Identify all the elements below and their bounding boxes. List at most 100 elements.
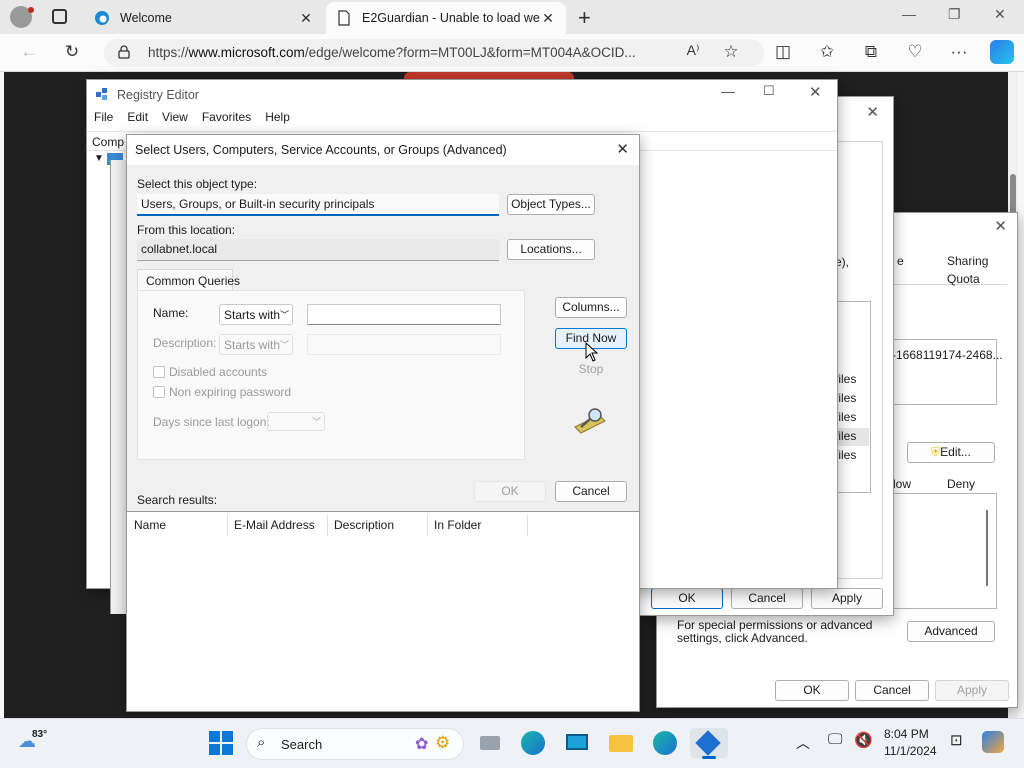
description-mode-dropdown[interactable]: Starts with ﹀: [219, 334, 293, 355]
chevron-up-icon[interactable]: ︿: [796, 733, 810, 753]
advanced-button[interactable]: Advanced: [907, 621, 995, 642]
active-app-icon[interactable]: [690, 728, 728, 759]
edge-taskbar-icon[interactable]: [518, 728, 548, 758]
volume-muted-icon[interactable]: 🔇: [854, 731, 873, 749]
ok-button[interactable]: OK: [651, 588, 723, 609]
tab-e2guardian[interactable]: E2Guardian - Unable to load web ✕: [326, 2, 566, 34]
maximize-icon[interactable]: ☐: [763, 83, 775, 99]
clock-date[interactable]: 11/1/2024: [884, 744, 937, 758]
extensions-icon[interactable]: ♡: [904, 42, 926, 62]
cancel-button[interactable]: Cancel: [555, 481, 627, 502]
menu-favorites[interactable]: Favorites: [202, 110, 251, 130]
menu-help[interactable]: Help: [265, 110, 290, 130]
days-dropdown[interactable]: ﹀: [267, 412, 325, 431]
close-tab-icon[interactable]: ✕: [540, 10, 556, 27]
non-expiring-checkbox[interactable]: [153, 386, 165, 398]
browser-tab-bar: Welcome ✕ E2Guardian - Unable to load we…: [0, 0, 1024, 34]
read-aloud-icon[interactable]: A⁾: [682, 42, 704, 59]
back-arrow-icon[interactable]: ←: [18, 42, 40, 62]
gear-icon: ⚙: [435, 733, 451, 752]
ok-button[interactable]: OK: [474, 481, 546, 502]
favorites-icon[interactable]: ✩: [816, 42, 838, 62]
taskbar-search-box[interactable]: ⌕ Search ✿ ⚙: [246, 728, 464, 760]
network-icon[interactable]: 🖵: [828, 731, 842, 748]
registry-icon: [96, 88, 107, 100]
edit-button[interactable]: ⛨Edit...: [907, 442, 995, 463]
task-view-icon[interactable]: [476, 728, 506, 758]
chevron-down-icon[interactable]: ▼: [94, 153, 104, 164]
window-title: Registry Editor: [117, 88, 199, 102]
list-scrollbar[interactable]: [986, 510, 988, 586]
close-window-icon[interactable]: ✕: [994, 6, 1006, 23]
apply-button[interactable]: Apply: [935, 680, 1009, 701]
object-type-field: Users, Groups, or Built-in security prin…: [137, 194, 499, 216]
copilot-icon[interactable]: [990, 40, 1014, 64]
menu-view[interactable]: View: [162, 110, 188, 130]
file-explorer-icon[interactable]: [606, 728, 636, 758]
column-header-name[interactable]: Name: [134, 518, 166, 532]
stop-button[interactable]: Stop: [555, 359, 627, 380]
url-text: https://www.microsoft.com/edge/welcome?f…: [148, 45, 636, 60]
object-types-button[interactable]: Object Types...: [507, 194, 595, 215]
columns-button[interactable]: Columns...: [555, 297, 627, 318]
column-header-email[interactable]: E-Mail Address: [234, 518, 315, 532]
locations-button[interactable]: Locations...: [507, 239, 595, 260]
dialog-title: Select Users, Computers, Service Account…: [135, 143, 507, 157]
sid-text: -1668119174-2468...: [892, 348, 1003, 362]
minimize-icon[interactable]: —: [902, 6, 916, 22]
new-tab-icon[interactable]: +: [578, 5, 591, 31]
close-icon[interactable]: ✕: [866, 103, 879, 121]
collections-icon[interactable]: ⧉: [860, 42, 882, 62]
cancel-button[interactable]: Cancel: [731, 588, 803, 609]
menu-file[interactable]: File: [94, 110, 113, 130]
disabled-accounts-label: Disabled accounts: [169, 365, 268, 379]
apply-button[interactable]: Apply: [811, 588, 883, 609]
permissions-list: [887, 493, 997, 609]
minimize-icon[interactable]: —: [721, 83, 735, 99]
select-users-dialog: Select Users, Computers, Service Account…: [126, 134, 640, 712]
name-label: Name:: [153, 306, 189, 320]
favorite-star-icon[interactable]: ☆: [720, 42, 742, 62]
notification-icon[interactable]: ⊡: [950, 731, 963, 749]
registry-titlebar: Registry Editor — ☐ ✕: [87, 80, 837, 110]
tab-actions-icon[interactable]: [52, 9, 67, 24]
description-label: Description:: [153, 336, 217, 350]
address-text: Comp: [92, 135, 125, 149]
clock-time[interactable]: 8:04 PM: [884, 727, 929, 741]
deny-column-header: Deny: [947, 477, 976, 491]
start-windows-icon[interactable]: [206, 728, 236, 758]
tab-quota[interactable]: Quota: [947, 272, 980, 286]
search-highlight-icon: ✿: [415, 736, 429, 753]
name-input[interactable]: [307, 304, 501, 325]
menu-edit[interactable]: Edit: [127, 110, 148, 130]
column-header-description[interactable]: Description: [334, 518, 394, 532]
edge-taskbar-icon[interactable]: [650, 728, 680, 758]
column-header-in-folder[interactable]: In Folder: [434, 518, 481, 532]
location-field: collabnet.local: [137, 239, 499, 261]
close-tab-icon[interactable]: ✕: [298, 10, 314, 27]
close-icon[interactable]: ✕: [994, 217, 1007, 235]
close-icon[interactable]: ✕: [809, 83, 822, 101]
refresh-icon[interactable]: ↻: [61, 42, 83, 62]
tab-welcome[interactable]: Welcome ✕: [84, 2, 324, 34]
tab-fragment[interactable]: e: [897, 254, 904, 268]
remote-desktop-icon[interactable]: [562, 728, 592, 758]
disabled-accounts-checkbox[interactable]: [153, 366, 165, 378]
copilot-taskbar-icon[interactable]: [982, 731, 1004, 753]
ok-button[interactable]: OK: [775, 680, 849, 701]
name-mode-dropdown[interactable]: Starts with ﹀: [219, 304, 293, 325]
tab-common-queries[interactable]: Common Queries: [137, 269, 240, 291]
days-since-logon-label: Days since last logon:: [153, 415, 270, 429]
address-bar[interactable]: https://www.microsoft.com/edge/welcome?f…: [104, 39, 764, 67]
restore-icon[interactable]: ❐: [948, 6, 961, 23]
more-options-icon[interactable]: ···: [948, 42, 970, 62]
values-pane: [639, 150, 839, 590]
close-icon[interactable]: ✕: [616, 140, 629, 158]
tab-sharing[interactable]: Sharing: [947, 254, 988, 268]
description-input[interactable]: [307, 334, 501, 355]
non-expiring-label: Non expiring password: [169, 385, 292, 399]
chevron-down-icon: ﹀: [312, 417, 322, 427]
cancel-button[interactable]: Cancel: [855, 680, 929, 701]
split-screen-icon[interactable]: ◫: [772, 42, 794, 62]
results-header: Name E-Mail Address Description In Folde…: [127, 512, 528, 536]
